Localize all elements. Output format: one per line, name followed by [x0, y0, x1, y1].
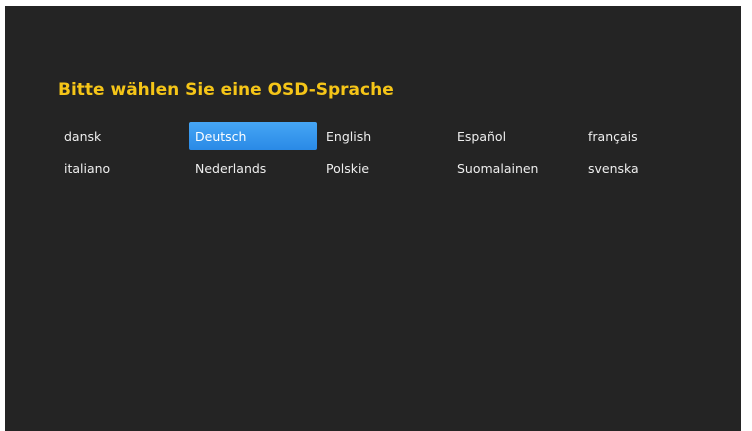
- language-option-italiano[interactable]: italiano: [58, 154, 186, 182]
- language-option-english[interactable]: English: [320, 122, 448, 150]
- language-option-nederlands[interactable]: Nederlands: [189, 154, 317, 182]
- language-option-espanol[interactable]: Español: [451, 122, 579, 150]
- page-title: Bitte wählen Sie eine OSD-Sprache: [58, 80, 394, 100]
- language-option-francais[interactable]: français: [582, 122, 710, 150]
- language-option-deutsch[interactable]: Deutsch: [189, 122, 317, 150]
- language-option-dansk[interactable]: dansk: [58, 122, 186, 150]
- language-grid: dansk Deutsch English Español français i…: [58, 122, 713, 183]
- osd-language-screen: Bitte wählen Sie eine OSD-Sprache dansk …: [5, 6, 741, 431]
- language-option-svenska[interactable]: svenska: [582, 154, 710, 182]
- language-option-polskie[interactable]: Polskie: [320, 154, 448, 182]
- language-option-suomalainen[interactable]: Suomalainen: [451, 154, 579, 182]
